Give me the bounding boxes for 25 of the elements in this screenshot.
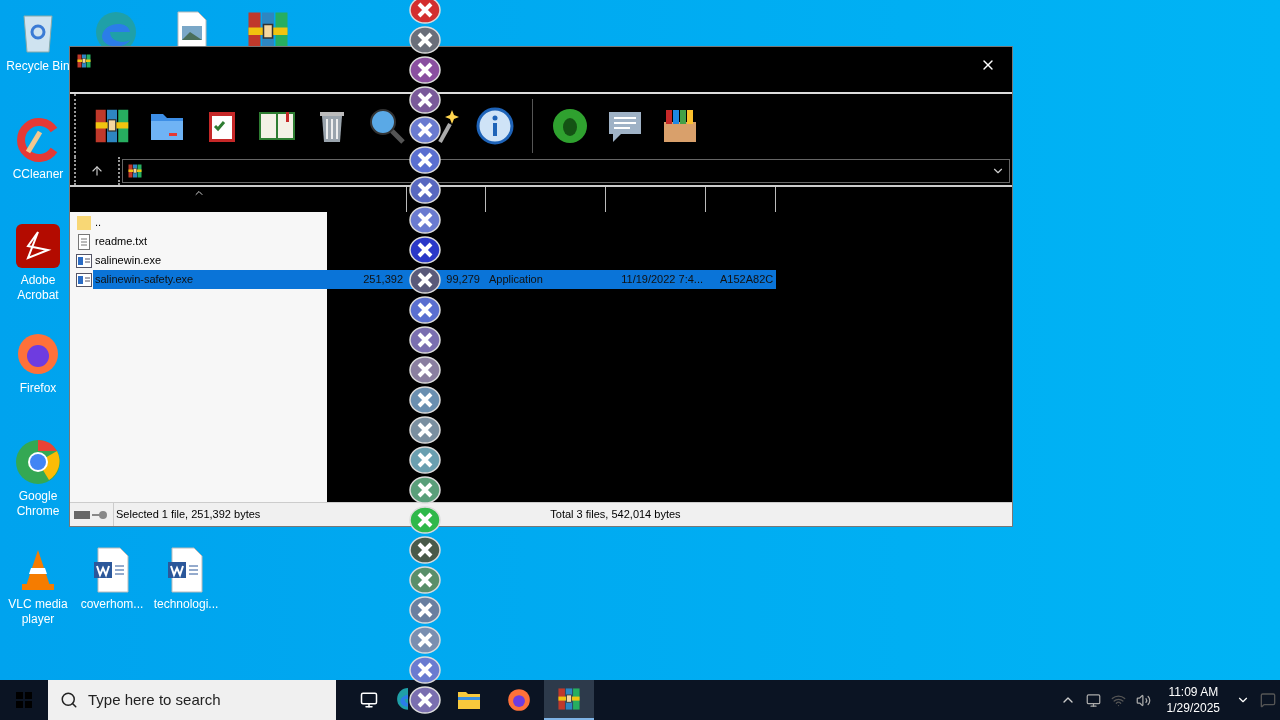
selection-status: Selected 1 file, 251,392 bytes [115,507,261,523]
clock-date: 1/29/2025 [1166,700,1220,716]
desktop-icon-label[interactable]: Adobe Acrobat [6,273,70,303]
total-status: Total 3 files, 542,014 bytes [550,507,681,523]
type-cell-text: Application [488,272,544,287]
desktop-icon-label[interactable]: VLC media player [6,597,70,627]
search-bar[interactable]: Type here to search [48,680,336,720]
packed-cell-text: 99,279 [445,272,481,287]
desktop-icon-label[interactable]: Recycle Bin [6,59,70,74]
file-name[interactable]: .. [93,213,327,232]
desktop-icon-label[interactable]: Google Chrome [6,489,70,519]
file-row[interactable]: 251,392 99,279 Application 11/19/2022 7:4... A152A82C [327,270,776,289]
clock-time: 11:09 AM [1168,684,1219,700]
desktop-icon-label[interactable]: technologi... [153,597,219,612]
clock[interactable]: 11:09 AM 1/29/2025 [1160,684,1226,716]
file-name[interactable]: readme.txt [93,232,327,251]
search-input[interactable]: Type here to search [88,688,308,712]
size-cell-text: 251,392 [362,272,403,287]
desktop-icon-label[interactable]: coverhom... [80,597,144,612]
file-name[interactable]: salinewin.exe [93,251,327,270]
crc-cell-text: A152A82C [719,272,773,287]
desktop-icon-label[interactable]: CCleaner [12,167,64,182]
desktop-icon-label[interactable]: Firefox [19,381,57,396]
modified-cell-text: 11/19/2022 7:4... [620,272,703,287]
file-name[interactable]: salinewin-safety.exe [93,270,327,289]
